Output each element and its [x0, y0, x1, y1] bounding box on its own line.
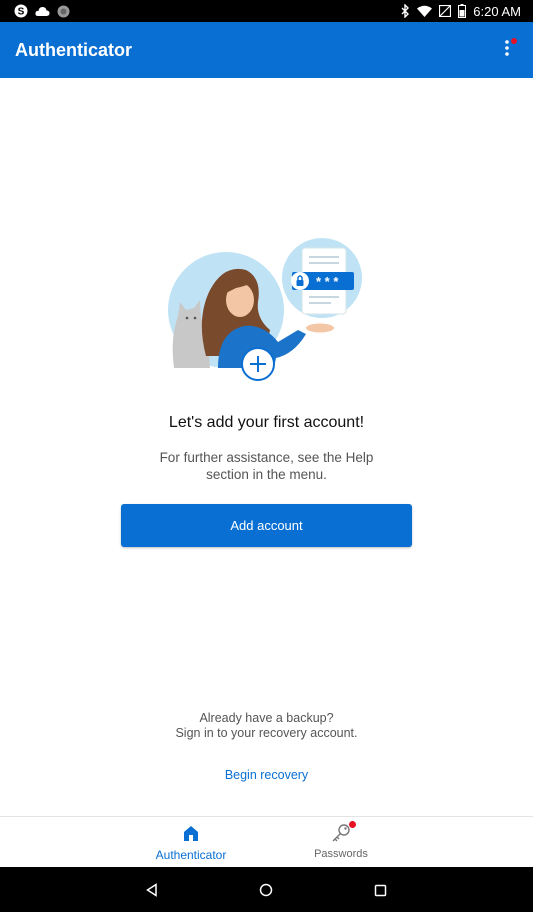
status-right-icons: 6:20 AM — [401, 4, 521, 19]
status-left-icons: S — [14, 4, 70, 18]
bluetooth-icon — [401, 4, 410, 18]
bottom-nav: Authenticator Passwords — [0, 816, 533, 867]
nav-tab-authenticator[interactable]: Authenticator — [136, 817, 246, 868]
cloud-icon — [35, 5, 50, 17]
status-bar: S 6:20 AM — [0, 0, 533, 22]
backup-prompt: Already have a backup? Sign in to your r… — [0, 711, 533, 741]
menu-notification-badge — [511, 38, 517, 44]
nav-tab-passwords-label: Passwords — [314, 848, 368, 860]
nav-tab-authenticator-label: Authenticator — [155, 848, 227, 862]
nav-tab-passwords[interactable]: Passwords — [286, 817, 396, 868]
empty-state-illustration: * * * — [166, 238, 366, 384]
key-icon — [331, 823, 351, 843]
backup-prompt-line1: Already have a backup? — [199, 711, 334, 725]
app-bar: Authenticator — [0, 22, 533, 78]
recents-icon[interactable] — [370, 880, 390, 900]
back-icon[interactable] — [142, 880, 162, 900]
more-options-button[interactable] — [497, 35, 517, 65]
begin-recovery-link[interactable]: Begin recovery — [0, 768, 533, 782]
home-circle-icon[interactable] — [256, 880, 276, 900]
no-sim-icon — [439, 5, 452, 17]
status-time: 6:20 AM — [473, 3, 521, 19]
backup-prompt-line2: Sign in to your recovery account. — [175, 726, 358, 740]
app-circle-icon — [57, 5, 70, 18]
battery-icon — [458, 4, 467, 18]
system-nav-bar — [0, 867, 533, 912]
more-vertical-icon — [505, 39, 509, 61]
help-hint-text: For further assistance, see the Help sec… — [159, 450, 374, 482]
svg-text:S: S — [18, 7, 25, 18]
empty-state-headline: Let's add your first account! — [168, 414, 365, 431]
home-icon — [181, 823, 201, 843]
add-account-button[interactable]: Add account — [121, 504, 412, 547]
app-title: Authenticator — [15, 39, 132, 60]
skype-icon: S — [14, 4, 28, 18]
main-content: * * * Let's add your first account! For … — [0, 78, 533, 816]
wifi-icon — [417, 5, 433, 17]
svg-text:* * *: * * * — [316, 274, 339, 289]
passwords-notification-badge — [349, 821, 356, 828]
